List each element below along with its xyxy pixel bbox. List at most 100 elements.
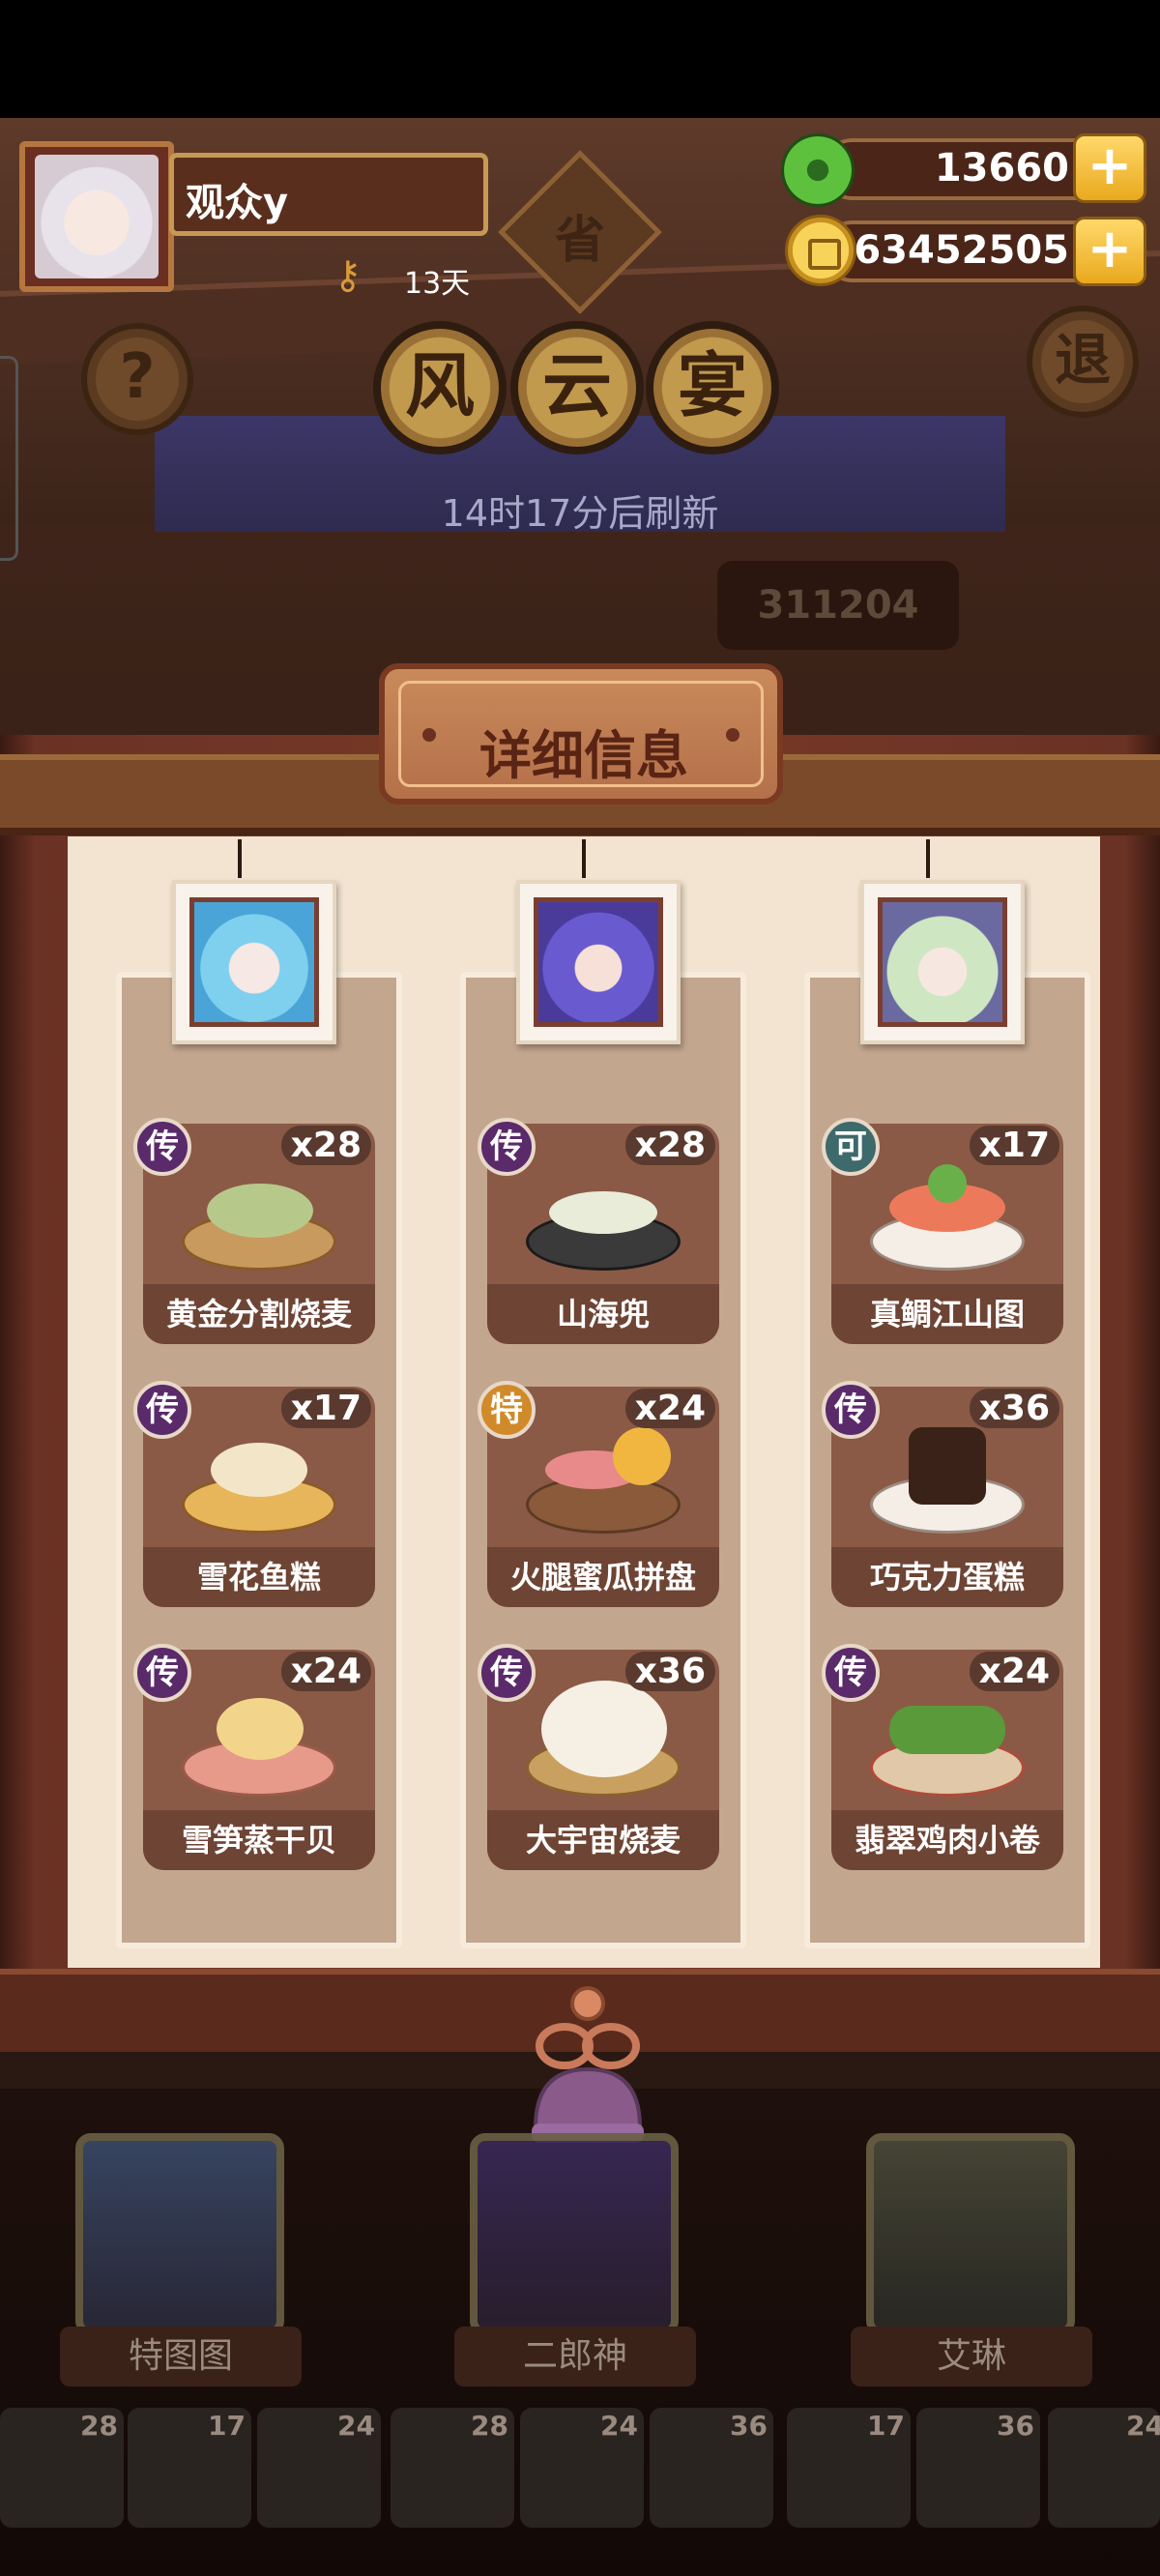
dish-name: 真鲷江山图 bbox=[831, 1284, 1063, 1344]
dish-count: x24 bbox=[280, 1652, 371, 1691]
panel-title: 详细信息 bbox=[479, 725, 688, 786]
player-name: 观众y bbox=[186, 181, 289, 225]
dish-card[interactable]: 传 x28 山海兜 bbox=[478, 1118, 719, 1344]
dish-card[interactable]: 特 x24 火腿蜜瓜拼盘 bbox=[478, 1381, 719, 1607]
dish-tray-count: 36 bbox=[730, 2410, 768, 2442]
event-title-char-1: 风 bbox=[373, 321, 507, 454]
dish-count: x28 bbox=[280, 1126, 371, 1165]
dish-tray-slot[interactable]: 24 bbox=[520, 2408, 644, 2528]
help-button[interactable]: ? bbox=[81, 323, 193, 435]
bottom-character-card-2[interactable] bbox=[470, 2133, 679, 2336]
player-name-box: 观众y bbox=[169, 153, 488, 236]
rarity-badge: 传 bbox=[133, 1644, 191, 1702]
dish-name: 黄金分割烧麦 bbox=[143, 1284, 375, 1344]
days-counter: 13天 bbox=[404, 267, 471, 301]
coin-amount: 63452505 bbox=[854, 228, 1069, 273]
dish-image bbox=[860, 1155, 1034, 1280]
status-bar-area bbox=[0, 0, 1160, 118]
dish-tray-slot[interactable]: 17 bbox=[128, 2408, 251, 2528]
event-title-char-3: 宴 bbox=[646, 321, 779, 454]
dish-card[interactable]: 传 x36 大宇宙烧麦 bbox=[478, 1644, 719, 1870]
dish-image bbox=[172, 1418, 346, 1543]
rarity-badge: 传 bbox=[133, 1381, 191, 1439]
dish-name: 翡翠鸡肉小卷 bbox=[831, 1810, 1063, 1870]
dish-name: 大宇宙烧麦 bbox=[487, 1810, 719, 1870]
dish-card[interactable]: 传 x17 雪花鱼糕 bbox=[133, 1381, 375, 1607]
dish-count: x17 bbox=[969, 1126, 1059, 1165]
dish-image bbox=[860, 1418, 1034, 1543]
add-coin-button[interactable]: + bbox=[1073, 217, 1146, 286]
dish-count: x24 bbox=[969, 1652, 1059, 1691]
player-avatar[interactable] bbox=[19, 141, 174, 292]
dish-card[interactable]: 传 x24 雪笋蒸干贝 bbox=[133, 1644, 375, 1870]
rarity-badge: 传 bbox=[822, 1644, 880, 1702]
dish-tray-slot[interactable]: 24 bbox=[257, 2408, 381, 2528]
avatar-portrait bbox=[35, 155, 159, 278]
dish-image bbox=[172, 1681, 346, 1806]
dish-image bbox=[860, 1681, 1034, 1806]
rarity-badge: 传 bbox=[478, 1644, 536, 1702]
rarity-badge: 特 bbox=[478, 1381, 536, 1439]
key-icon: ⚷ bbox=[334, 253, 362, 298]
dish-image bbox=[516, 1155, 690, 1280]
bottom-character-card-3[interactable] bbox=[866, 2133, 1075, 2336]
dish-name: 雪笋蒸干贝 bbox=[143, 1810, 375, 1870]
portrait-image bbox=[534, 897, 663, 1027]
dish-tray-slot[interactable]: 28 bbox=[0, 2408, 124, 2528]
dish-card[interactable]: 传 x24 翡翠鸡肉小卷 bbox=[822, 1644, 1063, 1870]
dish-name: 火腿蜜瓜拼盘 bbox=[487, 1547, 719, 1607]
dish-count: x36 bbox=[969, 1389, 1059, 1428]
panel-title-inner: 详细信息 bbox=[398, 681, 764, 787]
dish-tray-count: 28 bbox=[80, 2410, 118, 2442]
dish-tray-count: 36 bbox=[997, 2410, 1034, 2442]
rarity-badge: 传 bbox=[133, 1118, 191, 1176]
character-portrait-1[interactable] bbox=[172, 880, 336, 1044]
jade-amount: 13660 bbox=[934, 146, 1069, 190]
rarity-badge: 传 bbox=[478, 1118, 536, 1176]
hanging-string bbox=[582, 839, 586, 878]
portrait-image bbox=[878, 897, 1007, 1027]
dish-name: 雪花鱼糕 bbox=[143, 1547, 375, 1607]
dish-tray-slot[interactable]: 36 bbox=[650, 2408, 773, 2528]
side-tab-edge[interactable] bbox=[0, 356, 18, 561]
dish-count: x28 bbox=[624, 1126, 715, 1165]
dish-tray-slot[interactable]: 28 bbox=[391, 2408, 514, 2528]
bottom-character-name-1: 特图图 bbox=[60, 2327, 302, 2386]
event-title-char-2: 云 bbox=[510, 321, 644, 454]
bottom-character-name-2: 二郎神 bbox=[454, 2327, 696, 2386]
dish-tray-count: 28 bbox=[471, 2410, 508, 2442]
exit-button[interactable]: 退 bbox=[1027, 306, 1139, 418]
dish-tray-slot[interactable]: 24 bbox=[1048, 2408, 1160, 2528]
dish-tray-count: 17 bbox=[867, 2410, 905, 2442]
province-badge-label: 省 bbox=[554, 212, 605, 270]
dish-count: x17 bbox=[280, 1389, 371, 1428]
character-portrait-2[interactable] bbox=[516, 880, 681, 1044]
score-display: 311204 bbox=[717, 561, 959, 650]
jade-icon bbox=[781, 133, 855, 207]
hanging-string bbox=[926, 839, 930, 878]
dish-name: 巧克力蛋糕 bbox=[831, 1547, 1063, 1607]
dish-tray-count: 24 bbox=[600, 2410, 638, 2442]
dish-tray-slot[interactable]: 17 bbox=[787, 2408, 911, 2528]
dish-card[interactable]: 可 x17 真鲷江山图 bbox=[822, 1118, 1063, 1344]
rarity-badge: 传 bbox=[822, 1381, 880, 1439]
dish-card[interactable]: 传 x28 黄金分割烧麦 bbox=[133, 1118, 375, 1344]
dish-tray-count: 17 bbox=[208, 2410, 246, 2442]
rarity-badge: 可 bbox=[822, 1118, 880, 1176]
panel-title-plate: 详细信息 bbox=[379, 663, 783, 805]
dish-count: x24 bbox=[624, 1389, 715, 1428]
refresh-timer: 14时17分后刷新 bbox=[441, 492, 719, 535]
dish-count: x36 bbox=[624, 1652, 715, 1691]
dish-tray-slot[interactable]: 36 bbox=[916, 2408, 1040, 2528]
bottom-character-card-1[interactable] bbox=[75, 2133, 284, 2336]
bottom-character-name-3: 艾琳 bbox=[851, 2327, 1092, 2386]
dish-name: 山海兜 bbox=[487, 1284, 719, 1344]
dish-image bbox=[516, 1681, 690, 1806]
dish-card[interactable]: 传 x36 巧克力蛋糕 bbox=[822, 1381, 1063, 1607]
hanging-string bbox=[238, 839, 242, 878]
add-jade-button[interactable]: + bbox=[1073, 133, 1146, 203]
dish-tray-count: 24 bbox=[1126, 2410, 1160, 2442]
portrait-image bbox=[189, 897, 319, 1027]
dish-tray-count: 24 bbox=[337, 2410, 375, 2442]
character-portrait-3[interactable] bbox=[860, 880, 1025, 1044]
